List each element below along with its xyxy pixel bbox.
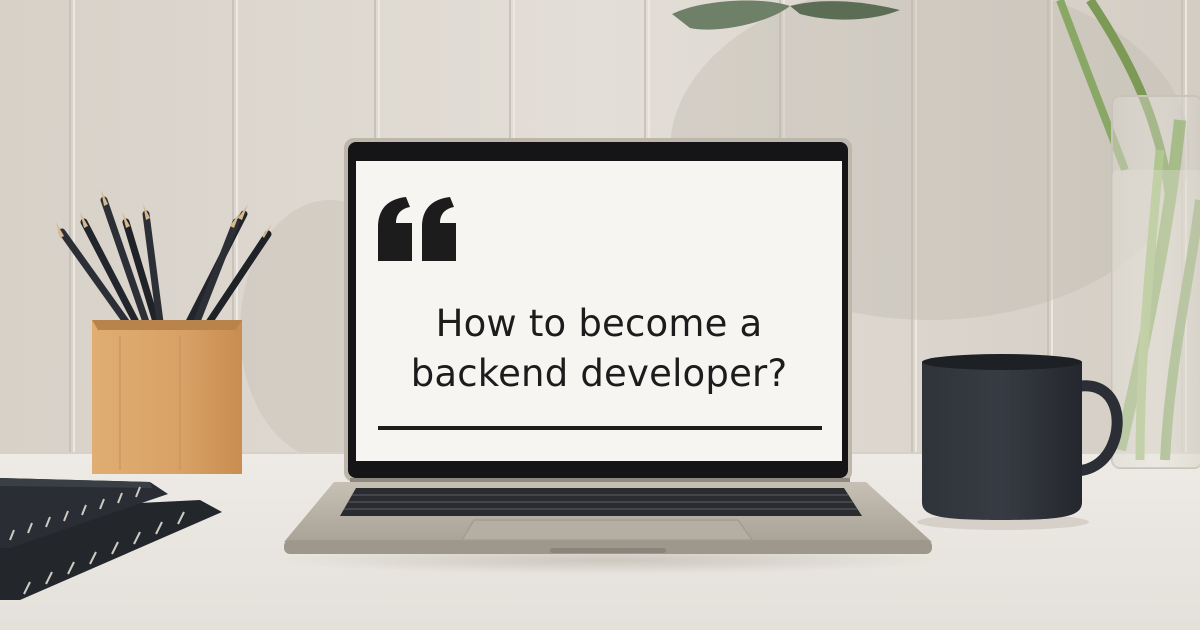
screen-divider xyxy=(378,426,822,430)
laptop-screen: How to become a backend developer? xyxy=(356,161,842,461)
pencil-holder xyxy=(92,320,242,474)
screen-heading-line2: backend developer? xyxy=(410,352,788,395)
screen-heading-line1: How to become a xyxy=(435,302,763,345)
photo-scene: How to become a backend developer? xyxy=(0,0,1200,630)
quote-icon xyxy=(378,197,456,261)
screen-heading: How to become a backend developer? xyxy=(366,299,832,399)
